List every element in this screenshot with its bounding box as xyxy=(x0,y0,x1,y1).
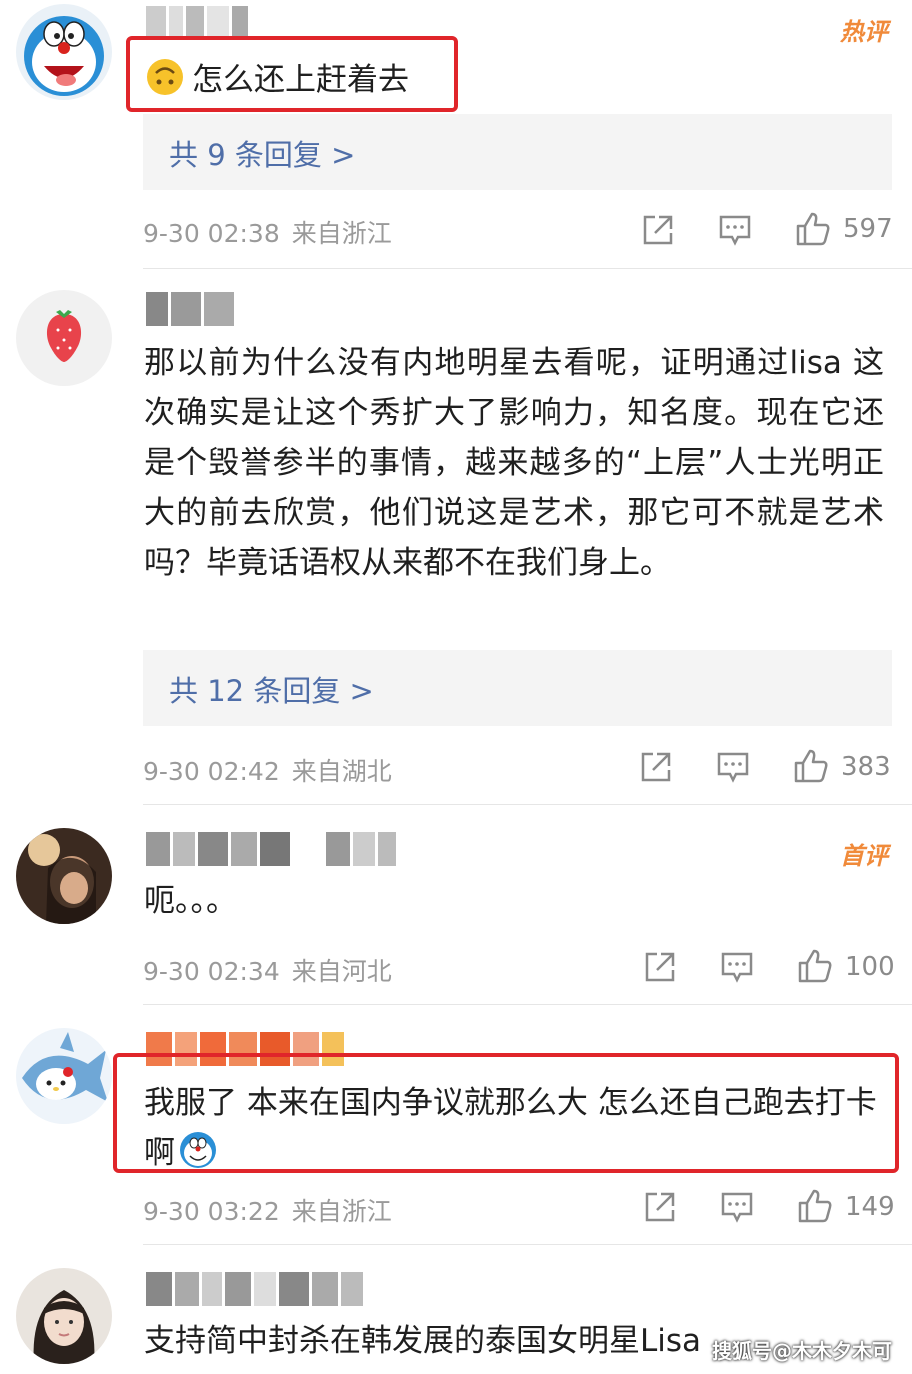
replies-count[interactable]: 共 9 条回复 > xyxy=(169,132,355,174)
replies-link[interactable]: 共 12 条回复 > xyxy=(143,650,892,726)
comment-meta: 9-30 02:34 来自河北 xyxy=(143,952,392,988)
like-icon[interactable] xyxy=(797,1188,833,1224)
avatar[interactable] xyxy=(16,290,112,386)
location: 来自河北 xyxy=(291,957,392,986)
first-comment-tag: 首评 xyxy=(840,842,888,870)
divider xyxy=(143,268,912,269)
like-icon[interactable] xyxy=(797,948,833,984)
like-count: 383 xyxy=(841,752,891,782)
hot-comment-tag: 热评 xyxy=(840,18,888,46)
divider xyxy=(143,1244,912,1245)
like-icon[interactable] xyxy=(795,211,831,247)
location: 来自湖北 xyxy=(291,757,392,786)
share-icon[interactable] xyxy=(639,750,673,784)
strawberry-avatar-icon xyxy=(16,290,112,386)
comment-icon[interactable] xyxy=(720,950,754,984)
comment-icon[interactable] xyxy=(720,1190,754,1224)
highlight-box xyxy=(113,1053,899,1173)
comment-meta: 9-30 03:22 来自浙江 xyxy=(143,1192,392,1228)
timestamp: 9-30 03:22 xyxy=(143,1197,280,1226)
timestamp: 9-30 02:34 xyxy=(143,957,280,986)
share-icon[interactable] xyxy=(643,950,677,984)
replies-link[interactable]: 共 9 条回复 > xyxy=(143,114,892,190)
person-photo-avatar-icon xyxy=(16,828,112,924)
divider xyxy=(143,804,912,805)
comment-meta: 9-30 02:38 来自浙江 xyxy=(143,214,392,250)
comment-icon[interactable] xyxy=(716,750,750,784)
like-count: 149 xyxy=(845,1192,895,1222)
divider xyxy=(143,1004,912,1005)
location: 来自浙江 xyxy=(291,1197,392,1226)
username-blurred[interactable] xyxy=(146,832,402,866)
comment-text: 那以前为什么没有内地明星去看呢，证明通过lisa 这次确实是让这个秀扩大了影响力… xyxy=(144,345,884,581)
comment-text: 呃。。。 xyxy=(144,883,237,919)
avatar[interactable] xyxy=(16,1268,112,1364)
username-blurred[interactable] xyxy=(146,1272,372,1306)
comment-meta: 9-30 02:42 来自湖北 xyxy=(143,752,392,788)
girl-photo-avatar-icon xyxy=(16,1268,112,1364)
avatar[interactable] xyxy=(16,828,112,924)
username-blurred[interactable] xyxy=(146,292,238,326)
doraemon-avatar-icon xyxy=(16,4,112,100)
like-count: 100 xyxy=(845,952,895,982)
username-blurred[interactable] xyxy=(146,6,296,40)
avatar[interactable] xyxy=(16,4,112,100)
share-icon[interactable] xyxy=(643,1190,677,1224)
highlight-box xyxy=(126,36,458,112)
watermark: 搜狐号@木木夕木可 xyxy=(712,1339,892,1363)
like-icon[interactable] xyxy=(793,748,829,784)
timestamp: 9-30 02:42 xyxy=(143,757,280,786)
share-icon[interactable] xyxy=(641,213,675,247)
comment-icon[interactable] xyxy=(718,213,752,247)
shark-kitty-avatar-icon xyxy=(16,1028,112,1124)
replies-count[interactable]: 共 12 条回复 > xyxy=(169,668,374,710)
location: 来自浙江 xyxy=(291,219,392,248)
timestamp: 9-30 02:38 xyxy=(143,219,280,248)
like-count: 597 xyxy=(843,214,893,244)
avatar[interactable] xyxy=(16,1028,112,1124)
